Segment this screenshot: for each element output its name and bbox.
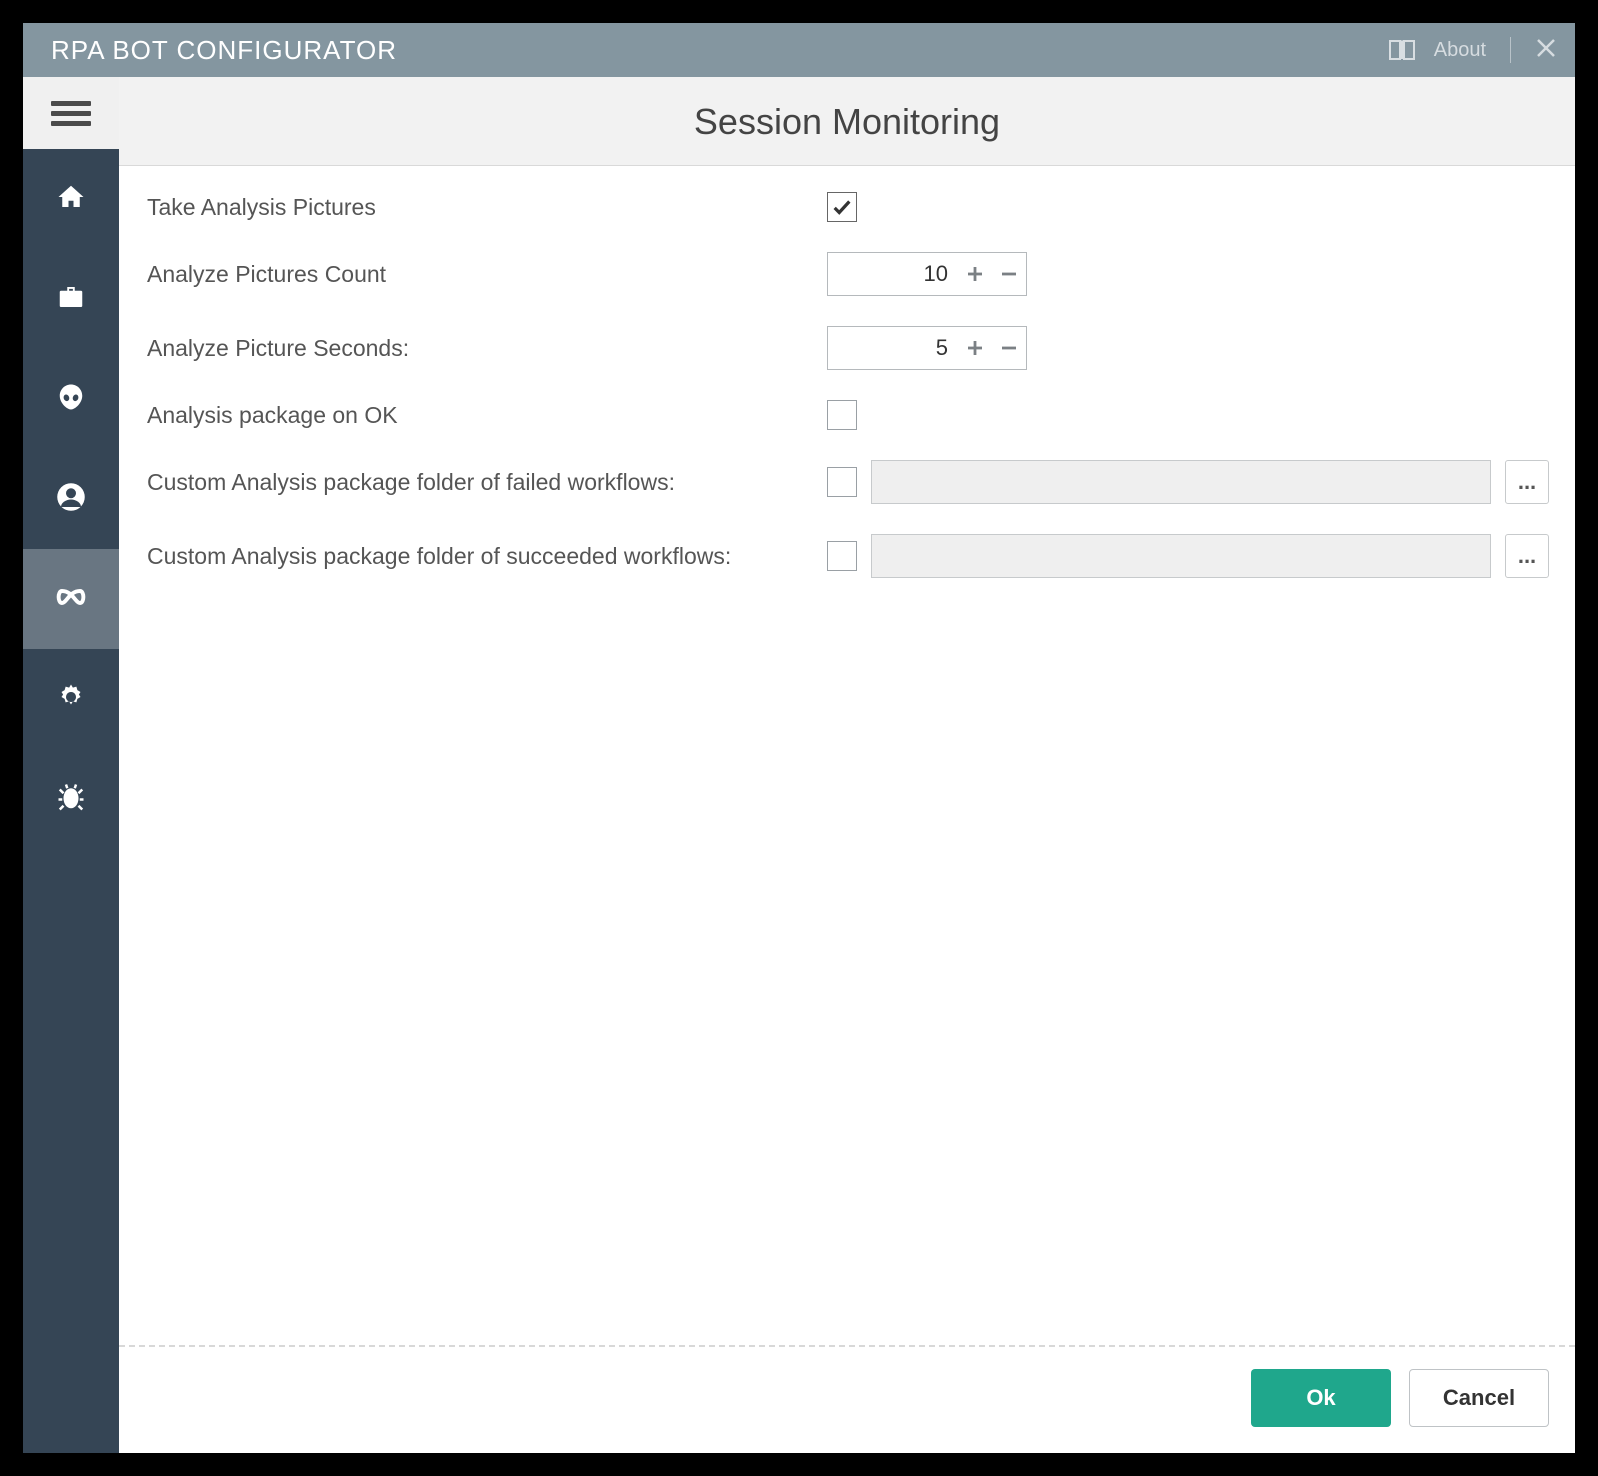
spinner-analyze-pictures-count[interactable]: 10 <box>827 252 1027 296</box>
home-icon <box>56 182 86 217</box>
checkbox-analysis-package-on-ok[interactable] <box>827 400 857 430</box>
help-book-icon[interactable] <box>1388 38 1416 62</box>
menu-toggle-button[interactable] <box>51 96 91 131</box>
titlebar-actions: About <box>1388 37 1557 64</box>
spinner-increment-button[interactable] <box>958 253 992 295</box>
titlebar: RPA BOT CONFIGURATOR About <box>23 23 1575 77</box>
person-icon <box>56 482 86 517</box>
row-analyze-pictures-count: Analyze Pictures Count 10 <box>147 252 1549 296</box>
page-title: Session Monitoring <box>119 101 1575 143</box>
browse-failed-folder-button[interactable]: ... <box>1505 460 1549 504</box>
row-failed-folder: Custom Analysis package folder of failed… <box>147 460 1549 504</box>
checkbox-take-analysis-pictures[interactable] <box>827 192 857 222</box>
titlebar-separator <box>1510 37 1511 63</box>
row-succeeded-folder: Custom Analysis package folder of succee… <box>147 534 1549 578</box>
label-analyze-pictures-count: Analyze Pictures Count <box>147 261 827 288</box>
label-analyze-picture-seconds: Analyze Picture Seconds: <box>147 335 827 362</box>
app-body: Session Monitoring Take Analysis Picture… <box>23 77 1575 1453</box>
input-succeeded-folder[interactable] <box>871 534 1491 578</box>
main-panel: Session Monitoring Take Analysis Picture… <box>119 77 1575 1453</box>
close-icon[interactable] <box>1535 37 1557 64</box>
gear-icon <box>56 682 86 717</box>
briefcase-icon <box>56 282 86 317</box>
app-title: RPA BOT CONFIGURATOR <box>51 35 1388 66</box>
spinner-value[interactable]: 5 <box>828 335 958 361</box>
about-link[interactable]: About <box>1434 39 1486 62</box>
cancel-button[interactable]: Cancel <box>1409 1369 1549 1427</box>
row-analysis-package-on-ok: Analysis package on OK <box>147 400 1549 430</box>
spinner-increment-button[interactable] <box>958 327 992 369</box>
ok-button[interactable]: Ok <box>1251 1369 1391 1427</box>
label-take-analysis-pictures: Take Analysis Pictures <box>147 194 827 221</box>
row-take-analysis-pictures: Take Analysis Pictures <box>147 192 1549 222</box>
bug-icon <box>56 782 86 817</box>
alien-icon <box>56 382 86 417</box>
sidebar-item-debug[interactable] <box>23 749 119 849</box>
sidebar-item-settings[interactable] <box>23 649 119 749</box>
spinner-decrement-button[interactable] <box>992 253 1026 295</box>
label-analysis-package-on-ok: Analysis package on OK <box>147 402 827 429</box>
spinner-decrement-button[interactable] <box>992 327 1026 369</box>
browse-succeeded-folder-button[interactable]: ... <box>1505 534 1549 578</box>
checkbox-failed-folder[interactable] <box>827 467 857 497</box>
spinner-value[interactable]: 10 <box>828 261 958 287</box>
input-failed-folder[interactable] <box>871 460 1491 504</box>
sidebar-item-users[interactable] <box>23 449 119 549</box>
row-analyze-picture-seconds: Analyze Picture Seconds: 5 <box>147 326 1549 370</box>
sidebar <box>23 77 119 1453</box>
form-content: Take Analysis Pictures Analyze Pictures … <box>119 166 1575 1345</box>
sidebar-item-jobs[interactable] <box>23 249 119 349</box>
sidebar-item-session-monitoring[interactable] <box>23 549 119 649</box>
sidebar-item-robots[interactable] <box>23 349 119 449</box>
app-window: RPA BOT CONFIGURATOR About <box>0 0 1598 1476</box>
footer: Ok Cancel <box>119 1345 1575 1453</box>
label-succeeded-folder: Custom Analysis package folder of succee… <box>147 543 827 570</box>
page-header: Session Monitoring <box>119 77 1575 166</box>
checkbox-succeeded-folder[interactable] <box>827 541 857 571</box>
sidebar-item-home[interactable] <box>23 149 119 249</box>
sidebar-header <box>23 77 119 149</box>
spinner-analyze-picture-seconds[interactable]: 5 <box>827 326 1027 370</box>
infinity-icon <box>53 579 89 620</box>
label-failed-folder: Custom Analysis package folder of failed… <box>147 469 827 496</box>
